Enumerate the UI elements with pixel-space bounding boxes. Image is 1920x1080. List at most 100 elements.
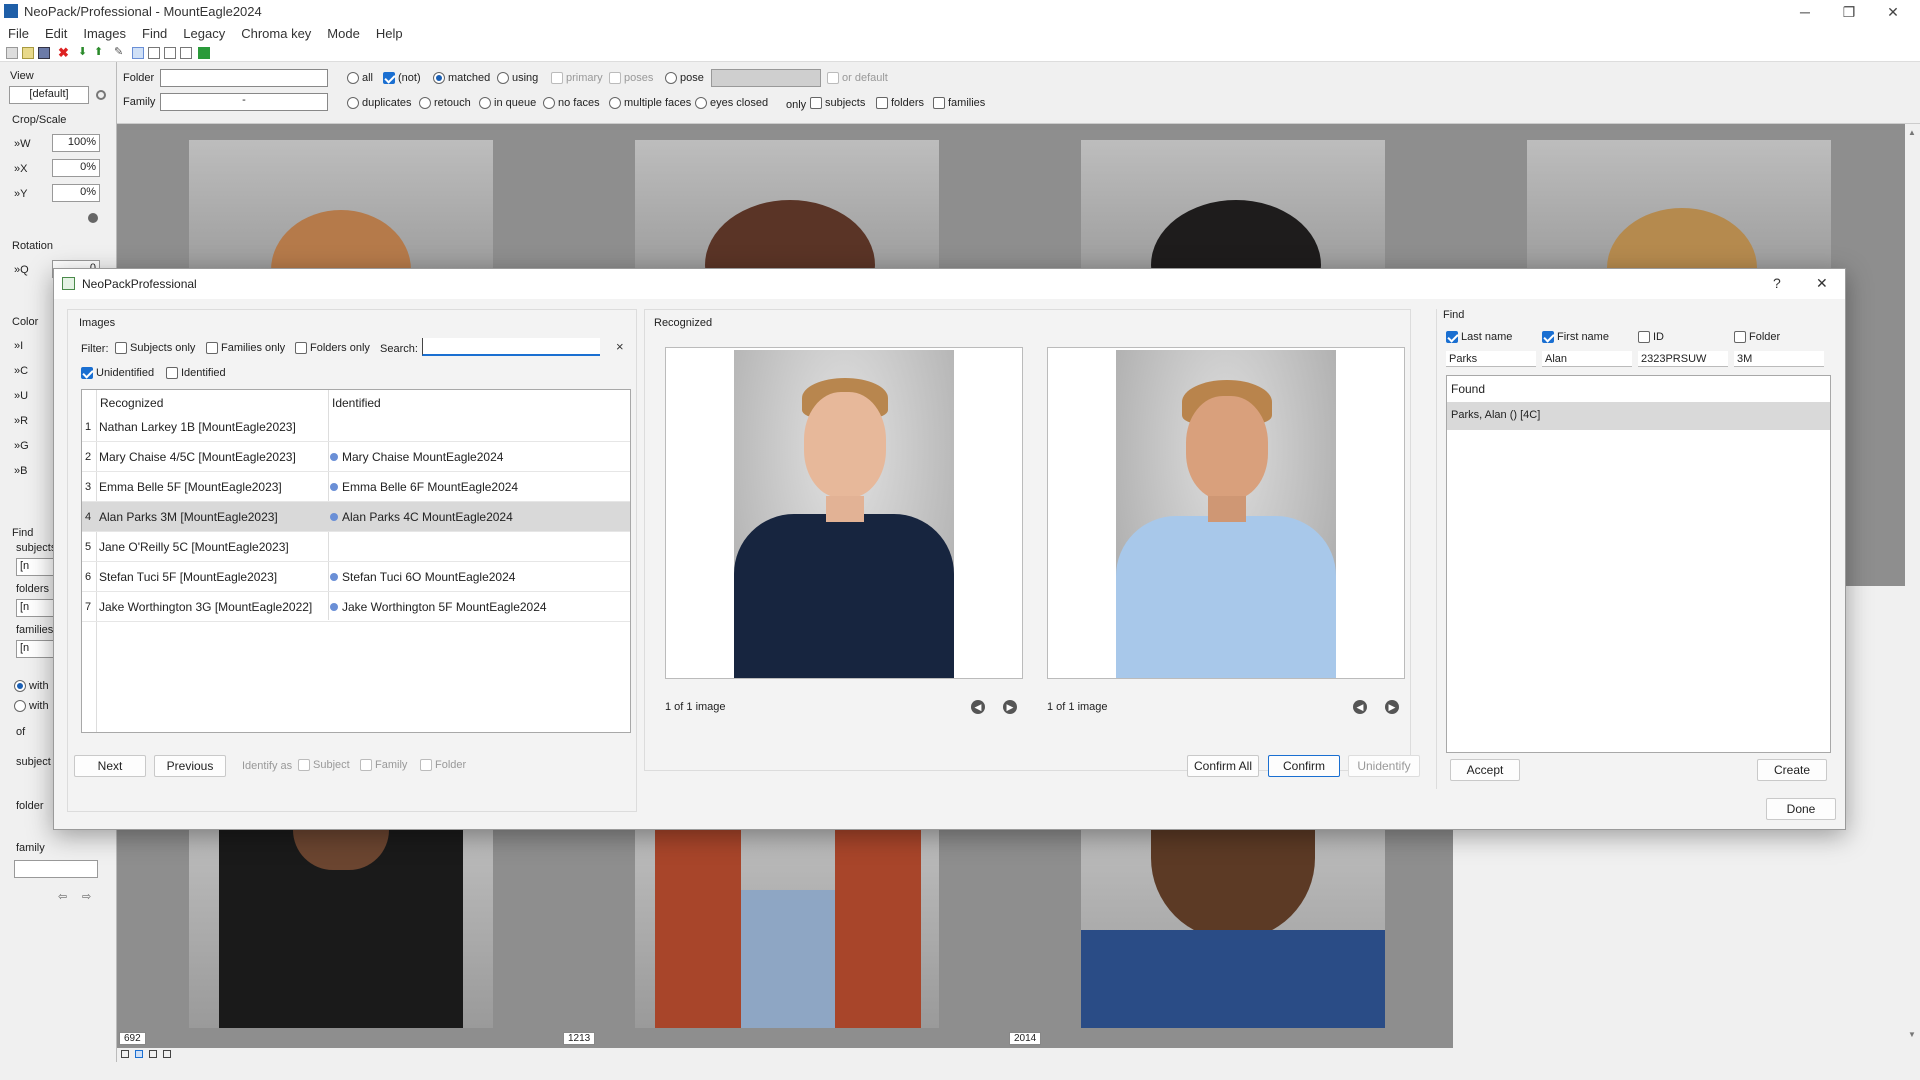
column-header-identified[interactable]: Identified (332, 396, 381, 410)
new-icon[interactable] (6, 47, 18, 59)
recognized-photo[interactable] (734, 350, 954, 678)
no-faces-radio[interactable]: no faces (543, 97, 600, 109)
accept-button[interactable]: Accept (1450, 759, 1520, 781)
download-icon[interactable]: ⬇ (78, 47, 90, 59)
previous-button[interactable]: Previous (154, 755, 226, 777)
multiple-faces-radio[interactable]: multiple faces (609, 97, 691, 109)
open-folder-icon[interactable] (22, 47, 34, 59)
menu-edit[interactable]: Edit (37, 24, 75, 44)
not-checkbox[interactable]: (not) (383, 72, 421, 84)
crop-tool-icon[interactable] (148, 47, 160, 59)
done-button[interactable]: Done (1766, 798, 1836, 820)
close-button[interactable]: ✕ (1870, 0, 1916, 24)
only-families-checkbox[interactable]: families (933, 97, 985, 109)
table-row-selected[interactable]: 4 Alan Parks 3M [MountEagle2023] Alan Pa… (82, 502, 630, 532)
view-mode-icon-1[interactable] (121, 1050, 129, 1058)
grid-photo[interactable] (635, 830, 939, 1028)
create-button[interactable]: Create (1757, 759, 1827, 781)
poses-checkbox[interactable]: poses (609, 72, 653, 84)
recognized-prev-icon[interactable]: ◀ (971, 700, 985, 714)
folders-only-checkbox[interactable]: Folders only (295, 342, 370, 354)
grid-photo[interactable] (635, 140, 939, 284)
table-row[interactable]: 6 Stefan Tuci 5F [MountEagle2023] Stefan… (82, 562, 630, 592)
family-filter-input[interactable]: - (160, 93, 328, 111)
left-panel-prev-icon[interactable]: ⇦ (58, 890, 67, 903)
identify-subject-checkbox[interactable]: Subject (298, 759, 350, 771)
last-name-checkbox[interactable]: Last name (1446, 331, 1512, 343)
all-radio[interactable]: all (347, 72, 373, 84)
first-name-checkbox[interactable]: First name (1542, 331, 1609, 343)
menu-help[interactable]: Help (368, 24, 411, 44)
only-folders-checkbox[interactable]: folders (876, 97, 924, 109)
view-mode-icon-4[interactable] (163, 1050, 171, 1058)
menu-chroma-key[interactable]: Chroma key (233, 24, 319, 44)
grid-photo[interactable] (1527, 140, 1831, 284)
families-only-checkbox[interactable]: Families only (206, 342, 285, 354)
grid-photo[interactable] (189, 140, 493, 284)
confirm-button[interactable]: Confirm (1268, 755, 1340, 777)
identified-checkbox[interactable]: Identified (166, 367, 226, 379)
using-radio[interactable]: using (497, 72, 538, 84)
crop-reset-icon[interactable] (88, 213, 98, 223)
menu-file[interactable]: File (0, 24, 37, 44)
minimize-button[interactable]: ─ (1782, 0, 1828, 24)
select-tool-icon[interactable] (132, 47, 144, 59)
grid-tool-icon[interactable] (164, 47, 176, 59)
retouch-radio[interactable]: retouch (419, 97, 471, 109)
with-radio-1[interactable]: with (14, 680, 49, 692)
grid-photo[interactable] (1081, 140, 1385, 284)
recognized-next-icon[interactable]: ▶ (1003, 700, 1017, 714)
delete-icon[interactable]: ✖ (58, 46, 70, 59)
or-default-checkbox[interactable]: or default (827, 72, 888, 84)
save-icon[interactable] (38, 47, 50, 59)
move-tool-icon[interactable] (180, 47, 192, 59)
upload-icon[interactable]: ⬆ (94, 47, 106, 59)
unidentify-button[interactable]: Unidentify (1348, 755, 1420, 777)
menu-mode[interactable]: Mode (319, 24, 368, 44)
table-row[interactable]: 5 Jane O'Reilly 5C [MountEagle2023] (82, 532, 630, 562)
view-mode-icon-3[interactable] (149, 1050, 157, 1058)
table-row[interactable]: 1 Nathan Larkey 1B [MountEagle2023] (82, 412, 630, 442)
id-checkbox[interactable]: ID (1638, 331, 1664, 343)
folder-input[interactable]: 3M (1734, 351, 1824, 367)
column-header-recognized[interactable]: Recognized (100, 396, 163, 410)
view-mode-icon-2[interactable] (135, 1050, 143, 1058)
only-subjects-checkbox[interactable]: subjects (810, 97, 865, 109)
next-button[interactable]: Next (74, 755, 146, 777)
clear-search-icon[interactable]: × (616, 339, 624, 354)
pencil-icon[interactable]: ✎ (114, 47, 126, 59)
family-field[interactable] (14, 860, 98, 878)
y-offset-input[interactable]: 0% (52, 184, 100, 202)
confirm-all-button[interactable]: Confirm All (1187, 755, 1259, 777)
eyes-closed-radio[interactable]: eyes closed (695, 97, 768, 109)
last-name-input[interactable]: Parks (1446, 351, 1536, 367)
grid-photo[interactable] (1081, 830, 1385, 1028)
subjects-only-checkbox[interactable]: Subjects only (115, 342, 195, 354)
menu-find[interactable]: Find (134, 24, 175, 44)
unidentified-checkbox[interactable]: Unidentified (81, 367, 154, 379)
table-row[interactable]: 3 Emma Belle 5F [MountEagle2023] Emma Be… (82, 472, 630, 502)
duplicates-radio[interactable]: duplicates (347, 97, 412, 109)
table-row[interactable]: 2 Mary Chaise 4/5C [MountEagle2023] Mary… (82, 442, 630, 472)
pose-select[interactable] (711, 69, 821, 87)
families-select[interactable]: [n (16, 640, 54, 658)
identified-next-icon[interactable]: ▶ (1385, 700, 1399, 714)
found-item[interactable]: Parks, Alan () [4C] (1447, 402, 1830, 430)
folder-filter-input[interactable] (160, 69, 328, 87)
dialog-help-button[interactable]: ? (1773, 275, 1781, 291)
menu-images[interactable]: Images (75, 24, 134, 44)
table-row[interactable]: 7 Jake Worthington 3G [MountEagle2022] J… (82, 592, 630, 622)
identified-photo[interactable] (1116, 350, 1336, 678)
width-scale-input[interactable]: 100% (52, 134, 100, 152)
matched-radio[interactable]: matched (433, 72, 490, 84)
maximize-button[interactable]: ❐ (1826, 0, 1872, 24)
identified-prev-icon[interactable]: ◀ (1353, 700, 1367, 714)
left-panel-next-icon[interactable]: ⇨ (82, 890, 91, 903)
in-queue-radio[interactable]: in queue (479, 97, 536, 109)
identify-family-checkbox[interactable]: Family (360, 759, 407, 771)
scroll-down-icon[interactable]: ▼ (1908, 1030, 1916, 1039)
primary-checkbox[interactable]: primary (551, 72, 603, 84)
dialog-close-button[interactable]: ✕ (1816, 275, 1828, 292)
id-input[interactable]: 2323PRSUW (1638, 351, 1728, 367)
identify-folder-checkbox[interactable]: Folder (420, 759, 466, 771)
